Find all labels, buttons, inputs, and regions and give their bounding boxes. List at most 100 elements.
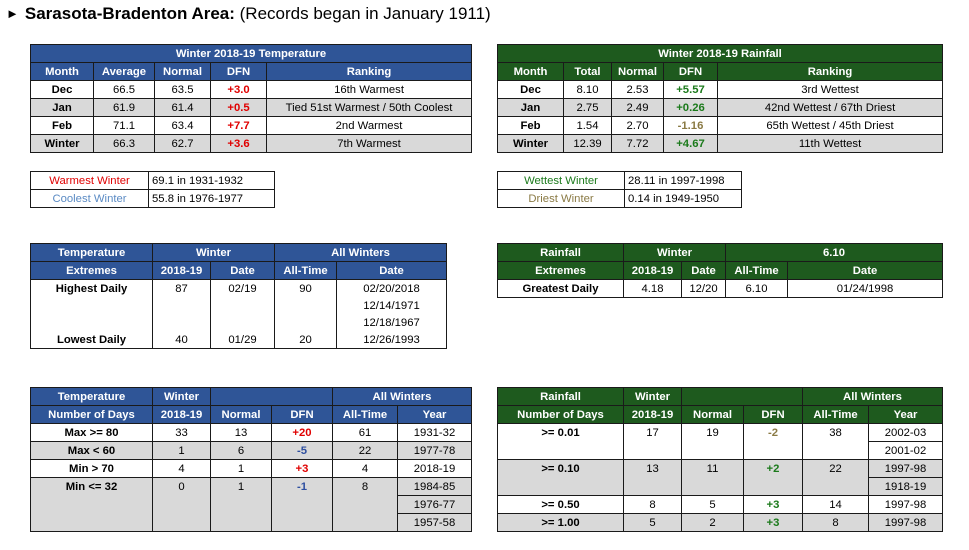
- dfn-cell: +20: [271, 423, 333, 442]
- normal-cell: 7.72: [611, 134, 664, 153]
- year-cell: 2002-03: [868, 423, 943, 442]
- normal-cell: 1: [210, 477, 272, 496]
- col-header: 2018-19: [152, 261, 211, 280]
- normal-cell: 2.70: [611, 116, 664, 135]
- col-header: DFN: [743, 405, 803, 424]
- dfn-cell: +3: [271, 459, 333, 478]
- days-label: >= 0.50: [497, 495, 624, 514]
- normal-cell: 63.5: [154, 80, 211, 99]
- value-cell: 8: [623, 495, 682, 514]
- coolest-winter-label: Coolest Winter: [30, 189, 149, 208]
- col-header: Date: [787, 261, 944, 280]
- alltime-date-cell: 12/14/1971: [336, 297, 448, 314]
- alltime-cell: 20: [274, 331, 338, 349]
- year-cell: 2018-19: [397, 459, 472, 478]
- alltime-cell: 8: [332, 477, 398, 496]
- ranking-cell: Tied 51st Warmest / 50th Coolest: [265, 98, 473, 117]
- wettest-winter-value: 28.11 in 1997-1998: [624, 171, 742, 190]
- col-header: Normal: [210, 405, 272, 424]
- year-cell: 1931-32: [397, 423, 472, 442]
- year-cell: 1997-98: [868, 459, 943, 478]
- all-winters-header: All Winters: [332, 387, 472, 406]
- average-cell: 66.3: [93, 134, 155, 153]
- normal-cell: 62.7: [154, 134, 211, 153]
- dfn-cell: +0.26: [663, 98, 718, 117]
- days-label: Max >= 80: [30, 423, 153, 442]
- dfn-cell: -1.16: [663, 116, 718, 135]
- value-cell: 4.18: [623, 279, 682, 298]
- alltime-date-cell: 12/18/1967: [336, 314, 448, 331]
- driest-winter-value: 0.14 in 1949-1950: [624, 189, 742, 208]
- year-cell: 1918-19: [868, 477, 943, 496]
- greatest-daily-label: Greatest Daily: [497, 279, 624, 298]
- coolest-winter-value: 55.8 in 1976-1977: [148, 189, 275, 208]
- month-cell: Dec: [497, 80, 564, 99]
- table-row: 1957-58: [30, 513, 472, 532]
- value-cell: 5: [623, 513, 682, 532]
- table-row: Lowest Daily 40 01/29 20 12/26/1993: [30, 331, 448, 349]
- all-winters-header: All Winters: [802, 387, 943, 406]
- total-cell: 12.39: [563, 134, 612, 153]
- alltime-cell: 14: [802, 495, 869, 514]
- alltime-cell: 38: [802, 423, 869, 442]
- average-cell: 71.1: [93, 116, 155, 135]
- col-header: Normal: [611, 62, 664, 81]
- dfn-cell: -5: [271, 441, 333, 460]
- year-cell: 1977-78: [397, 441, 472, 460]
- alltime-cell: 61: [332, 423, 398, 442]
- rainfall-table: Winter 2018-19 Rainfall Month Total Norm…: [496, 44, 944, 153]
- table-row: >= 0.50 8 5 +3 14 1997-98: [497, 495, 943, 514]
- ranking-cell: 3rd Wettest: [716, 80, 944, 99]
- table-row: >= 1.00 5 2 +3 8 1997-98: [497, 513, 943, 532]
- days-label: >= 0.01: [497, 423, 624, 442]
- value-cell: 40: [152, 331, 211, 349]
- dfn-cell: +3: [743, 495, 803, 514]
- col-header: Year: [397, 405, 472, 424]
- table-row: 12/14/1971: [30, 297, 448, 314]
- rainfall-days-table: Rainfall Winter All Winters Number of Da…: [497, 387, 943, 532]
- rainfall-records-box: Wettest Winter 28.11 in 1997-1998 Driest…: [497, 171, 742, 208]
- value-cell: 4: [152, 459, 211, 478]
- all-winters-header: 6.10: [725, 243, 944, 262]
- winter-header: Winter: [152, 387, 211, 406]
- temperature-table: Winter 2018-19 Temperature Month Average…: [29, 44, 473, 153]
- table-row: 1976-77: [30, 495, 472, 514]
- extremes-subheader: Extremes: [497, 261, 624, 280]
- dfn-cell: +5.57: [663, 80, 718, 99]
- value-cell: 17: [623, 423, 682, 442]
- dfn-cell: -1: [271, 477, 333, 496]
- table-row: Dec 66.5 63.5 +3.0 16th Warmest: [30, 80, 473, 99]
- dfn-cell: +3.6: [210, 134, 267, 153]
- year-cell: 1976-77: [397, 495, 472, 514]
- month-cell: Dec: [30, 80, 94, 99]
- days-subheader: Number of Days: [30, 405, 153, 424]
- normal-cell: 5: [681, 495, 744, 514]
- normal-cell: 2: [681, 513, 744, 532]
- alltime-cell: 6.10: [725, 279, 789, 298]
- table-row: 12/18/1967: [30, 314, 448, 331]
- table-row: Dec 8.10 2.53 +5.57 3rd Wettest: [497, 80, 944, 99]
- value-cell: 33: [152, 423, 211, 442]
- col-header: Date: [336, 261, 448, 280]
- table-row: Max >= 80 33 13 +20 61 1931-32: [30, 423, 472, 442]
- normal-cell: 63.4: [154, 116, 211, 135]
- col-header: DFN: [663, 62, 718, 81]
- days-label: Max < 60: [30, 441, 153, 460]
- col-header: All-Time: [274, 261, 338, 280]
- col-header: Month: [497, 62, 564, 81]
- dfn-cell: +2: [743, 459, 803, 478]
- ranking-cell: 11th Wettest: [716, 134, 944, 153]
- table-row: Min <= 32 0 1 -1 8 1984-85: [30, 477, 472, 496]
- date-cell: 01/29: [209, 331, 276, 349]
- year-cell: 1984-85: [397, 477, 472, 496]
- normal-cell: 13: [210, 423, 272, 442]
- average-cell: 66.5: [93, 80, 155, 99]
- table-row: 1918-19: [497, 477, 943, 496]
- wettest-winter-label: Wettest Winter: [497, 171, 625, 190]
- alltime-cell: 8: [802, 513, 869, 532]
- month-cell: Winter: [30, 134, 94, 153]
- alltime-date-cell: 12/26/1993: [336, 331, 448, 349]
- driest-winter-label: Driest Winter: [497, 189, 625, 208]
- rainfall-table-title: Winter 2018-19 Rainfall: [496, 44, 944, 63]
- ranking-cell: 16th Warmest: [265, 80, 473, 99]
